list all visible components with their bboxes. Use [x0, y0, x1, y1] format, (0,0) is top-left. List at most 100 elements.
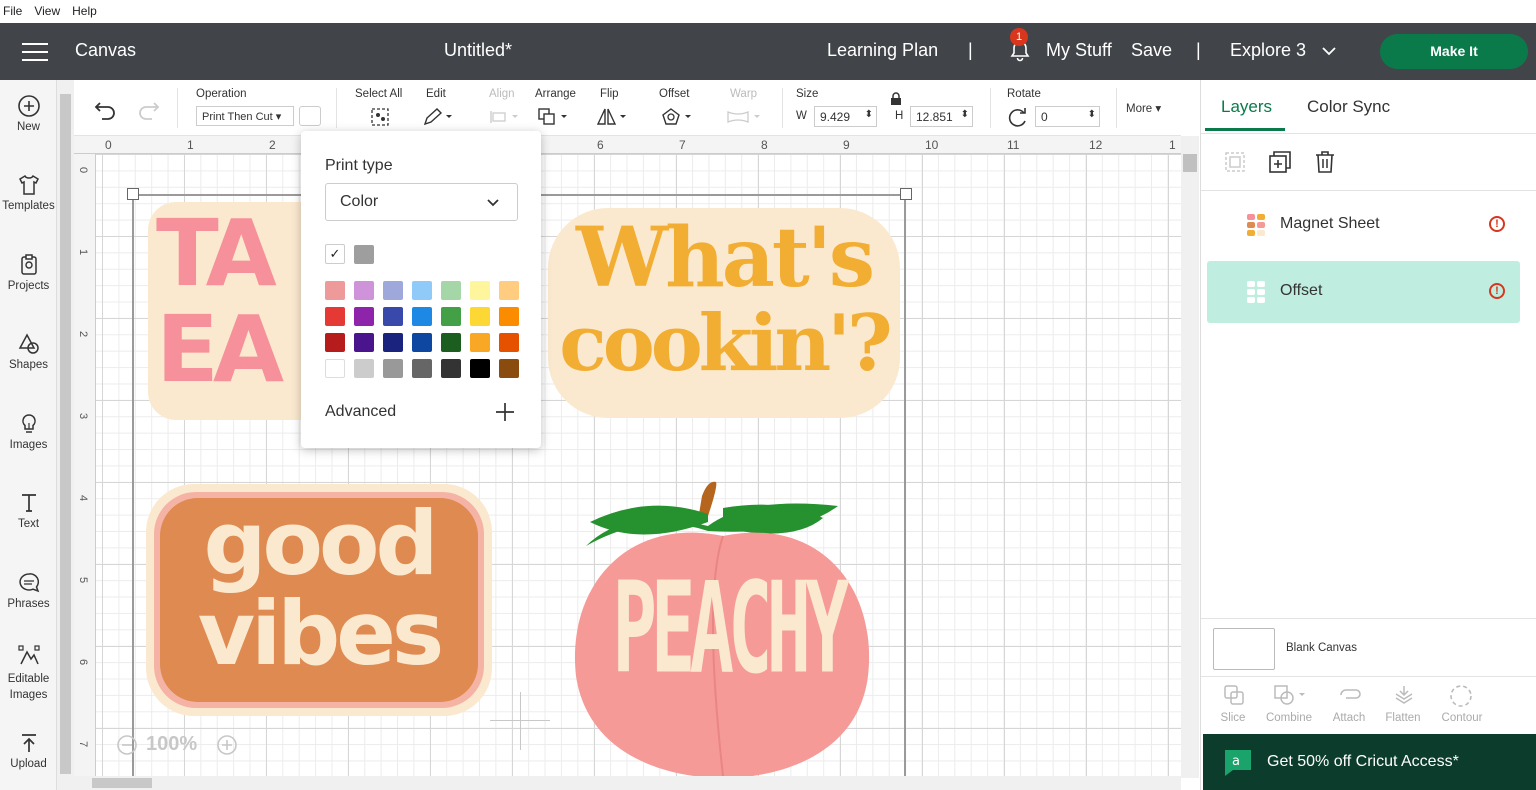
rotate-icon[interactable] [1007, 107, 1029, 127]
color-swatch[interactable] [412, 281, 432, 300]
color-swatch[interactable] [383, 359, 403, 378]
sidebar-item-text[interactable]: Text [0, 491, 57, 530]
color-swatch[interactable] [499, 359, 519, 378]
canvas-horizontal-scrollbar[interactable] [74, 776, 1181, 790]
color-swatch[interactable] [354, 281, 374, 300]
color-swatch[interactable] [470, 359, 490, 378]
sidebar-scrollbar[interactable] [57, 80, 74, 790]
color-swatch[interactable] [470, 307, 490, 326]
color-swatch[interactable] [383, 307, 403, 326]
color-swatch[interactable] [441, 307, 461, 326]
menu-help[interactable]: Help [72, 4, 97, 23]
color-swatch[interactable] [499, 307, 519, 326]
active-tab-indicator [1205, 128, 1285, 131]
sidebar-item-label: Shapes [8, 359, 48, 371]
sidebar-item-label: Images [9, 439, 48, 451]
learning-plan-link[interactable]: Learning Plan [827, 40, 938, 61]
warning-icon[interactable]: ! [1489, 283, 1505, 299]
tab-layers[interactable]: Layers [1221, 97, 1272, 117]
height-stepper-icon[interactable]: ⬍ [961, 109, 969, 120]
hamburger-menu-icon[interactable] [22, 43, 48, 61]
plus-icon[interactable] [494, 401, 516, 423]
chevron-down-icon[interactable] [1321, 45, 1337, 57]
color-swatch[interactable] [354, 333, 374, 352]
trash-icon[interactable] [1313, 150, 1337, 174]
sidebar-item-phrases[interactable]: Phrases [0, 571, 57, 610]
sidebar-item-editable-images[interactable]: Editable Images [0, 644, 57, 703]
sidebar-item-shapes[interactable]: Shapes [0, 332, 57, 371]
resize-handle[interactable] [900, 188, 912, 200]
selected-color-swatch[interactable] [354, 245, 374, 264]
color-swatch[interactable] [441, 359, 461, 378]
blank-canvas-swatch[interactable] [1213, 628, 1275, 670]
print-type-popup: Print type Color ✓ Advanced [301, 131, 541, 448]
color-swatch[interactable] [412, 333, 432, 352]
height-input[interactable]: 12.851 ⬍ [910, 106, 973, 127]
cricut-access-icon: a [1225, 750, 1251, 776]
sticker-good-vibes[interactable]: good vibes [146, 484, 492, 716]
color-swatch[interactable] [325, 333, 345, 352]
make-it-button[interactable]: Make It [1380, 34, 1528, 69]
menu-view[interactable]: View [34, 4, 60, 23]
header-separator: | [968, 40, 973, 60]
color-swatch[interactable] [441, 333, 461, 352]
color-swatch[interactable] [412, 359, 432, 378]
color-swatch[interactable] [325, 359, 345, 378]
design-canvas[interactable]: TA EA What's cookin'? good vibes PEACHY [74, 136, 1181, 778]
sidebar-item-new[interactable]: New [0, 94, 57, 133]
sidebar-item-projects[interactable]: Projects [0, 253, 57, 292]
duplicate-icon[interactable] [1268, 150, 1292, 174]
layer-thumbnail-icon [1247, 214, 1265, 236]
ruler-tick-label: 11 [1007, 138, 1020, 152]
canvas-vertical-scrollbar[interactable] [1181, 136, 1199, 778]
lock-icon[interactable] [890, 92, 902, 106]
redo-icon[interactable] [136, 100, 160, 120]
arrange-icon[interactable] [537, 107, 571, 127]
zoom-in-icon[interactable] [216, 734, 238, 756]
my-stuff-link[interactable]: My Stuff [1046, 40, 1112, 61]
sidebar-item-upload[interactable]: Upload [0, 731, 57, 770]
header-separator-2: | [1196, 40, 1201, 60]
checkmark-icon[interactable]: ✓ [325, 244, 345, 264]
color-swatch[interactable] [383, 333, 403, 352]
print-type-select[interactable]: Color [325, 183, 518, 221]
sidebar-item-images[interactable]: Images [0, 412, 57, 451]
sticker-whats-cookin[interactable]: What's cookin'? [548, 208, 900, 418]
edit-pen-icon[interactable] [422, 107, 456, 127]
color-swatch[interactable] [499, 281, 519, 300]
machine-select[interactable]: Explore 3 [1230, 40, 1306, 61]
width-input[interactable]: 9.429 ⬍ [814, 106, 877, 127]
color-swatch[interactable] [470, 333, 490, 352]
color-swatch[interactable] [412, 307, 432, 326]
warning-icon[interactable]: ! [1489, 216, 1505, 232]
rotate-stepper-icon[interactable]: ⬍ [1088, 109, 1096, 120]
document-name[interactable]: Untitled* [444, 40, 512, 61]
save-button[interactable]: Save [1131, 40, 1172, 61]
width-stepper-icon[interactable]: ⬍ [865, 109, 873, 120]
ruler-tick-label: 5 [77, 576, 90, 584]
color-swatch[interactable] [499, 333, 519, 352]
sidebar-item-templates[interactable]: Templates [0, 173, 57, 212]
promo-banner[interactable]: a Get 50% off Cricut Access* [1203, 734, 1536, 790]
flip-icon[interactable] [596, 107, 630, 127]
color-swatch[interactable] [470, 281, 490, 300]
color-swatch[interactable] [354, 307, 374, 326]
color-swatch[interactable] [354, 359, 374, 378]
color-swatch[interactable] [325, 307, 345, 326]
zoom-out-icon[interactable] [116, 734, 138, 756]
tab-color-sync[interactable]: Color Sync [1307, 97, 1390, 117]
undo-icon[interactable] [94, 100, 118, 120]
color-swatch[interactable] [441, 281, 461, 300]
rotate-input[interactable]: 0 ⬍ [1035, 106, 1100, 127]
operation-color-swatch[interactable] [299, 106, 321, 126]
color-swatch[interactable] [383, 281, 403, 300]
offset-icon[interactable] [661, 107, 695, 127]
layer-magnet-sheet[interactable]: Magnet Sheet ! [1207, 194, 1520, 256]
color-swatch[interactable] [325, 281, 345, 300]
operation-select[interactable]: Print Then Cut ▾ [196, 106, 294, 126]
menu-file[interactable]: File [3, 4, 22, 23]
resize-handle[interactable] [127, 188, 139, 200]
layer-offset[interactable]: Offset ! [1207, 261, 1520, 323]
select-all-icon[interactable] [370, 107, 390, 127]
more-button[interactable]: More ▾ [1126, 101, 1161, 115]
